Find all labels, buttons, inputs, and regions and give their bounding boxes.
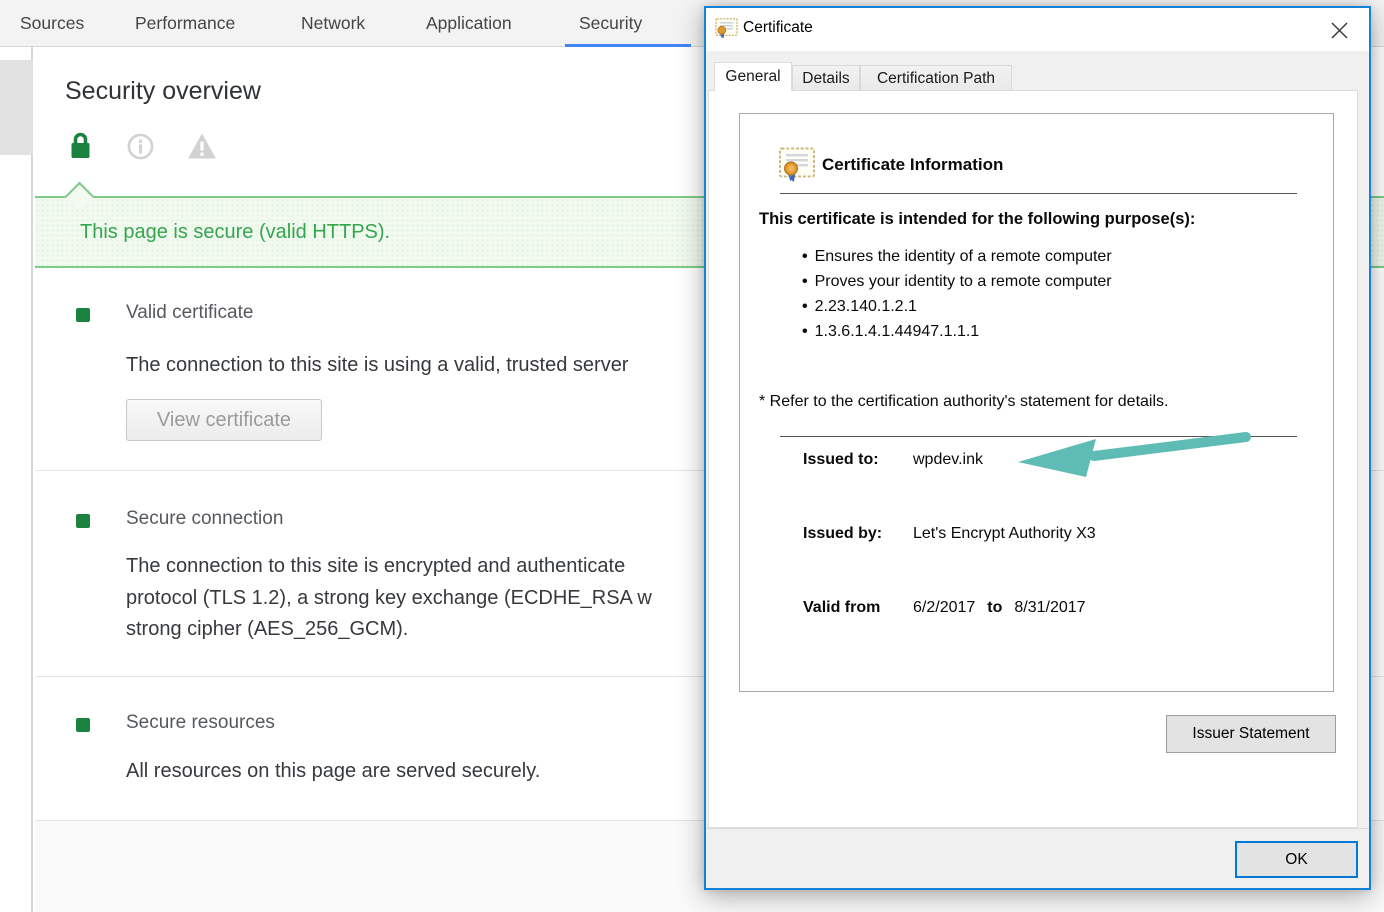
devtools-security-panel: Sources Performance Network Application … [0,0,1384,912]
lock-icon [70,131,91,164]
valid-certificate-title: Valid certificate [126,302,253,324]
active-tab-underline [565,44,691,47]
view-certificate-button[interactable]: View certificate [126,399,322,441]
info-icon [127,133,154,165]
security-sidebar[interactable] [0,47,33,912]
certificate-info-box: Certificate Information This certificate… [739,113,1334,692]
tab-performance[interactable]: Performance [135,0,235,46]
issued-to-value: wpdev.ink [913,451,983,468]
rule [780,193,1297,194]
valid-from-label: Valid from [803,599,913,617]
valid-certificate-status-icon [76,308,90,322]
refer-note: * Refer to the certification authority's… [759,393,1168,411]
tab-network[interactable]: Network [301,0,365,46]
certificate-icon [715,18,738,44]
issuer-statement-button[interactable]: Issuer Statement [1166,715,1336,753]
tab-application[interactable]: Application [426,0,512,46]
page-title: Security overview [65,77,261,106]
tab-sources[interactable]: Sources [20,0,84,46]
purpose-item: 2.23.140.1.2.1 [802,294,1112,319]
purpose-list: Ensures the identity of a remote compute… [802,244,1112,344]
secure-connection-status-icon [76,514,90,528]
dialog-footer-divider [706,828,1369,829]
certificate-icon-large [778,147,816,189]
purpose-item: Proves your identity to a remote compute… [802,269,1112,294]
certificate-dialog: Certificate General Details Certificatio… [704,6,1371,890]
dialog-tab-general[interactable]: General [714,62,792,91]
issued-to-label: Issued to: [803,451,913,469]
close-icon[interactable] [1324,16,1354,44]
annotation-arrow [1006,426,1256,480]
purpose-heading: This certificate is intended for the fol… [759,210,1195,229]
secure-banner-text: This page is secure (valid HTTPS). [80,221,390,244]
dialog-titlebar[interactable]: Certificate [706,8,1369,51]
secure-resources-title: Secure resources [126,712,275,734]
valid-from-value: 6/2/2017 [913,599,975,616]
dialog-title: Certificate [743,19,813,37]
certificate-information-heading: Certificate Information [822,155,1003,175]
secure-connection-line-2: protocol (TLS 1.2), a strong key exchang… [126,583,652,615]
sidebar-selected-item[interactable] [0,60,33,155]
dialog-tab-certification-path[interactable]: Certification Path [860,65,1012,91]
valid-certificate-description: The connection to this site is using a v… [126,350,628,382]
issued-to-row: Issued to:wpdev.ink [803,451,983,469]
secure-connection-title: Secure connection [126,508,283,530]
secure-resources-status-icon [76,718,90,732]
ok-button[interactable]: OK [1235,841,1358,878]
secure-connection-line-3: strong cipher (AES_256_GCM). [126,614,652,646]
valid-to-label: to [987,599,1002,616]
secure-connection-description: The connection to this site is encrypted… [126,551,652,646]
issued-by-label: Issued by: [803,525,913,543]
valid-to-value: 8/31/2017 [1014,599,1085,616]
purpose-item: 1.3.6.1.4.1.44947.1.1.1 [802,319,1112,344]
purpose-item: Ensures the identity of a remote compute… [802,244,1112,269]
dialog-tab-details[interactable]: Details [792,65,860,91]
issued-by-value: Let's Encrypt Authority X3 [913,525,1096,542]
secure-resources-description: All resources on this page are served se… [126,756,540,788]
secure-connection-line-1: The connection to this site is encrypted… [126,551,652,583]
validity-row: Valid from6/2/2017 to 8/31/2017 [803,599,1086,617]
warning-icon [187,132,217,165]
issued-by-row: Issued by:Let's Encrypt Authority X3 [803,525,1096,543]
tab-security[interactable]: Security [579,0,642,46]
